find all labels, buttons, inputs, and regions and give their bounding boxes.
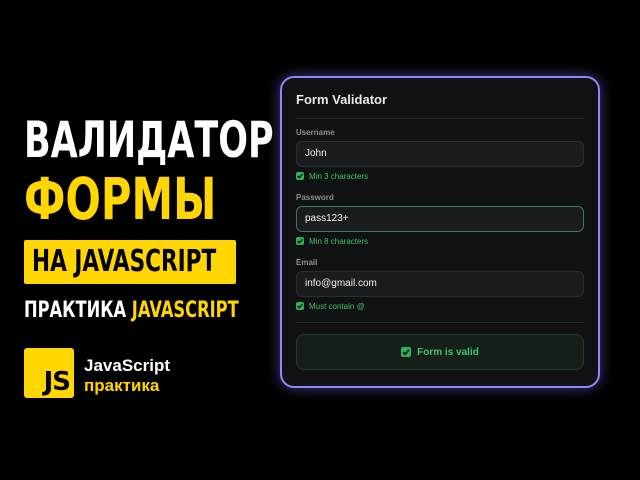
- subline-accent: JAVASCRIPT: [131, 298, 239, 323]
- subline: ПРАКТИКА JAVASCRIPT: [24, 298, 239, 324]
- headline-line3: НА JAVASCRIPT: [32, 244, 217, 279]
- promo-panel: ВАЛИДАТОР ФОРМЫ НА JAVASCRIPT ПРАКТИКА J…: [24, 0, 274, 480]
- check-icon: [401, 347, 412, 357]
- password-label: Password: [296, 193, 334, 202]
- check-icon: [296, 237, 304, 245]
- headline-line1: ВАЛИДАТОР: [24, 111, 274, 169]
- password-hint-text: Min 8 characters: [309, 237, 369, 246]
- brand-name: JavaScript: [84, 356, 170, 375]
- email-hint-text: Must contain @: [309, 302, 365, 311]
- form-title: Form Validator: [296, 92, 388, 107]
- username-label: Username: [296, 128, 335, 137]
- email-label: Email: [296, 258, 318, 267]
- form-status-text: Form is valid: [417, 346, 479, 358]
- check-icon: [296, 172, 304, 180]
- username-input[interactable]: John: [296, 141, 584, 167]
- username-hint: Min 3 characters: [296, 171, 368, 183]
- subline-prefix: ПРАКТИКА: [24, 298, 132, 323]
- headline-line2: ФОРМЫ: [24, 165, 217, 233]
- brand-subtitle: практика: [84, 376, 160, 395]
- email-hint: Must contain @: [296, 301, 365, 313]
- username-hint-text: Min 3 characters: [309, 172, 369, 181]
- js-logo: JS: [24, 348, 74, 398]
- email-input[interactable]: info@gmail.com: [296, 271, 584, 297]
- headline-line3-banner: НА JAVASCRIPT: [24, 240, 236, 284]
- password-input[interactable]: pass123+: [296, 206, 584, 232]
- password-hint: Min 8 characters: [296, 236, 368, 248]
- form-status-banner: Form is valid: [296, 334, 584, 370]
- js-logo-text: JS: [43, 367, 71, 397]
- check-icon: [296, 302, 304, 310]
- status-divider: [296, 322, 584, 323]
- title-divider: [296, 118, 584, 119]
- form-validator-card: Form Validator Username John Min 3 chara…: [280, 76, 600, 388]
